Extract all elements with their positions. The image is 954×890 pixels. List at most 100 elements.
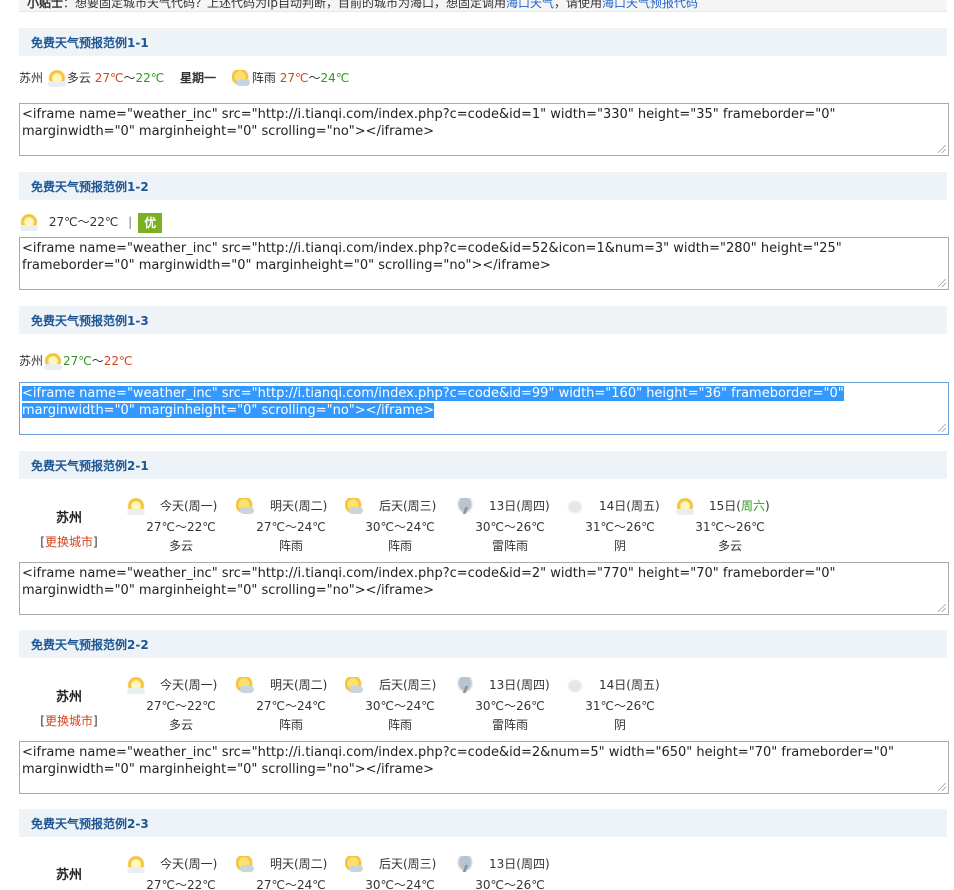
day-condition: 阵雨 xyxy=(387,539,412,553)
day-temp: 27℃～24℃ xyxy=(256,520,326,534)
resize-grip-icon[interactable] xyxy=(938,604,946,612)
resize-grip-icon[interactable] xyxy=(938,145,946,153)
thunderstorm-icon xyxy=(455,497,475,516)
tip-link-haikou-code[interactable]: 海口天气预报代码 xyxy=(602,0,698,10)
overcast-cloud-icon xyxy=(565,497,585,516)
day-label: 15日( xyxy=(709,499,741,513)
forecast-day: 13日(周四) 30℃～26℃ 雷阵雨 xyxy=(455,675,555,737)
tilde-2: ～ xyxy=(308,71,321,85)
day-condition: 阵雨 xyxy=(278,718,303,732)
rain-shower-icon xyxy=(345,855,365,874)
code-textarea-2-1[interactable]: <iframe name="weather_inc" src="http://i… xyxy=(19,562,949,615)
day-temp: 31℃～26℃ xyxy=(695,520,765,534)
day-temp: 27℃～22℃ xyxy=(146,878,216,890)
day-condition: 雷阵雨 xyxy=(491,718,528,732)
cloudy-sun-icon xyxy=(46,69,67,88)
low-temp-2: 24℃ xyxy=(320,71,350,85)
high-temp: 27℃ xyxy=(63,354,92,368)
section-title-1-2: 免费天气预报范例1-2 xyxy=(19,172,947,200)
day-condition: 多云 xyxy=(168,539,193,553)
day-condition: 雷阵雨 xyxy=(491,539,528,553)
day-temp: 31℃～26℃ xyxy=(585,520,655,534)
day-label: 今天(周一) xyxy=(160,499,218,513)
high-temp-2: 27℃ xyxy=(279,71,309,85)
day-label: 明天(周二) xyxy=(270,499,328,513)
day-label: 13日(周四) xyxy=(489,499,550,513)
day-temp: 30℃～24℃ xyxy=(365,878,435,890)
code-textarea-1-3[interactable]: <iframe name="weather_inc" src="http://i… xyxy=(19,382,949,435)
forecast-day: 明天(周二) 27℃～24℃ 阵雨 xyxy=(236,675,336,737)
code-text: <iframe name="weather_inc" src="http://i… xyxy=(22,566,836,598)
day-temp: 30℃～26℃ xyxy=(475,878,545,890)
forecast-day: 后天(周三) 30℃～24℃ 阵雨 xyxy=(345,675,445,737)
low-temp: 22℃ xyxy=(103,354,133,368)
tilde: ～ xyxy=(123,71,136,85)
forecast-day: 13日(周四) 30℃～26℃ xyxy=(455,854,555,890)
tilde: ～ xyxy=(91,354,104,368)
resize-grip-icon[interactable] xyxy=(938,279,946,287)
resize-grip-icon[interactable] xyxy=(938,424,946,432)
section-title-2-2: 免费天气预报范例2-2 xyxy=(19,630,947,658)
day-label: 明天(周二) xyxy=(270,857,328,871)
overcast-cloud-icon xyxy=(565,676,585,695)
forecast-day: 15日(周六) 31℃～26℃ 多云 xyxy=(675,496,775,558)
rain-shower-icon xyxy=(236,676,256,695)
code-textarea-1-2[interactable]: <iframe name="weather_inc" src="http://i… xyxy=(19,237,949,290)
forecast-city: 苏州 xyxy=(55,690,82,705)
city-name: 苏州 xyxy=(19,354,44,368)
rain-shower-icon xyxy=(345,497,365,516)
cloudy-sun-icon xyxy=(126,676,146,695)
section-title-1-3: 免费天气预报范例1-3 xyxy=(19,306,947,334)
code-text-selected: <iframe name="weather_inc" src="http://i… xyxy=(22,386,844,418)
resize-grip-icon[interactable] xyxy=(938,783,946,791)
cloudy-sun-icon xyxy=(126,855,146,874)
code-text: <iframe name="weather_inc" src="http://i… xyxy=(22,241,842,273)
forecast-day: 今天(周一) 27℃～22℃ 多云 xyxy=(126,496,226,558)
forecast-day: 14日(周五) 31℃～26℃ 阴 xyxy=(565,496,665,558)
day-label: 明天(周二) xyxy=(270,678,328,692)
day-temp: 30℃～26℃ xyxy=(475,520,545,534)
tip-link-haikou-weather[interactable]: 海口天气 xyxy=(506,0,554,10)
cloudy-sun-icon xyxy=(126,497,146,516)
day-temp: 30℃～24℃ xyxy=(365,699,435,713)
forecast-city: 苏州 xyxy=(55,511,82,526)
change-city-link[interactable]: [更换城市] xyxy=(36,533,102,550)
day-condition: 阴 xyxy=(613,539,626,553)
example-1-3-widget: 苏州 27℃～22℃ xyxy=(19,351,133,371)
day-temp: 27℃～22℃ xyxy=(146,520,216,534)
day-label: 14日(周五) xyxy=(599,678,660,692)
day-label: 13日(周四) xyxy=(489,857,550,871)
code-textarea-2-2[interactable]: <iframe name="weather_inc" src="http://i… xyxy=(19,741,949,794)
forecast-city: 苏州 xyxy=(55,868,82,883)
day-temp: 30℃～24℃ xyxy=(365,520,435,534)
day-label: 14日(周五) xyxy=(599,499,660,513)
section-title-2-1: 免费天气预报范例2-1 xyxy=(19,451,947,479)
cloudy-sun-icon xyxy=(675,497,695,516)
forecast-day: 13日(周四) 30℃～26℃ 雷阵雨 xyxy=(455,496,555,558)
temp-range: 27℃～22℃ xyxy=(48,215,119,229)
thunderstorm-icon xyxy=(455,855,475,874)
day-label: 13日(周四) xyxy=(489,678,550,692)
rain-shower-icon xyxy=(231,69,252,88)
example-1-1-widget: 苏州 多云 27℃～22℃ 星期一 阵雨 27℃～24℃ xyxy=(19,68,349,88)
day-condition: 阴 xyxy=(613,718,626,732)
forecast-day: 明天(周二) 27℃～24℃ 阵雨 xyxy=(236,496,336,558)
aqi-badge: 优 xyxy=(138,212,163,233)
day-condition: 阵雨 xyxy=(278,539,303,553)
forecast-day: 14日(周五) 31℃～26℃ 阴 xyxy=(565,675,665,737)
tip-text: ：想要固定城市天气代码？上述代码为ip自动判断，目前的城市为海口，想固定调用 xyxy=(63,0,506,10)
code-textarea-1-1[interactable]: <iframe name="weather_inc" src="http://i… xyxy=(19,103,949,156)
day-temp: 30℃～26℃ xyxy=(475,699,545,713)
cloudy-sun-icon xyxy=(19,213,39,232)
day-temp: 27℃～22℃ xyxy=(146,699,216,713)
city-name: 苏州 xyxy=(19,71,44,85)
day-label: 后天(周三) xyxy=(379,857,437,871)
day-label: 今天(周一) xyxy=(160,857,218,871)
forecast-day: 明天(周二) 27℃～24℃ xyxy=(236,854,336,890)
low-temp: 22℃ xyxy=(135,71,165,85)
day-label: 后天(周三) xyxy=(379,678,437,692)
forecast-day: 今天(周一) 27℃～22℃ xyxy=(126,854,226,890)
thunderstorm-icon xyxy=(455,676,475,695)
change-city-link[interactable]: [更换城市] xyxy=(36,712,102,729)
day-temp: 27℃～24℃ xyxy=(256,878,326,890)
